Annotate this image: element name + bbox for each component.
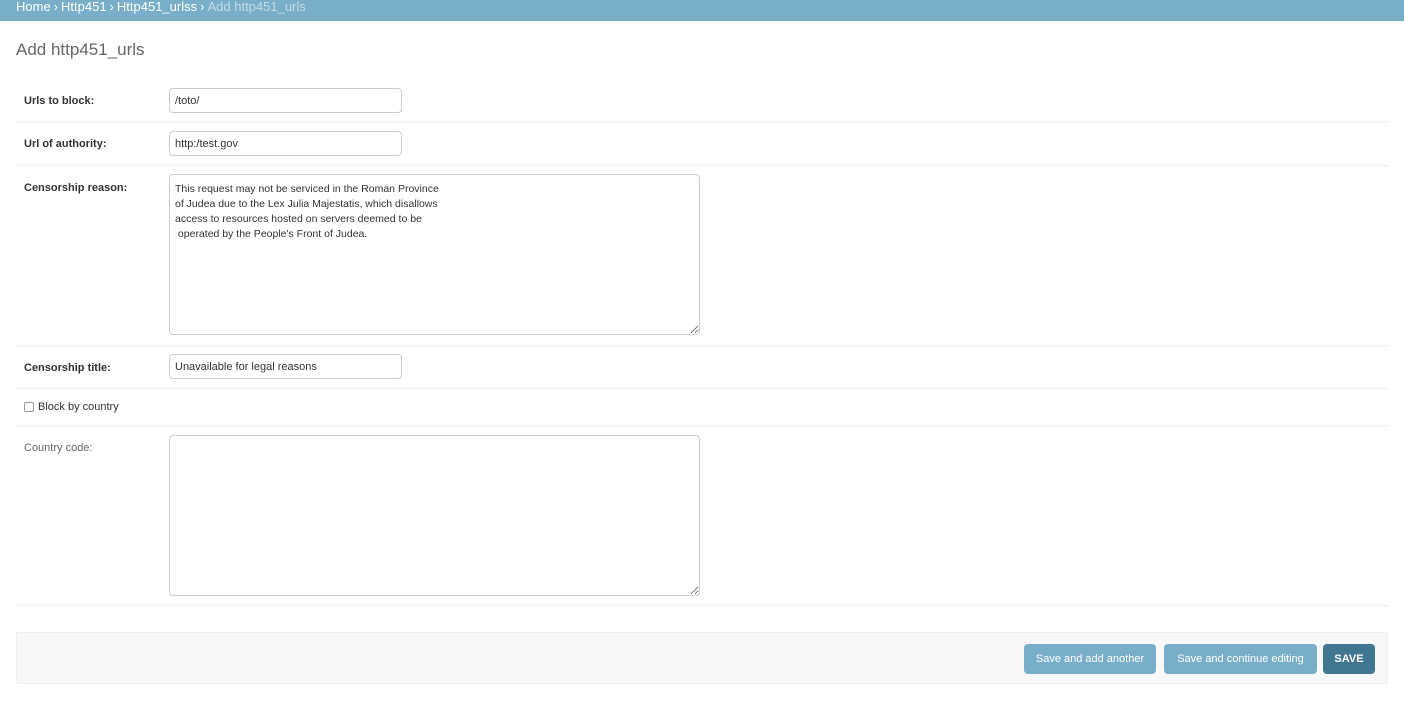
form-row-country-code: Country code: — [16, 426, 1388, 606]
urls-to-block-input[interactable] — [169, 88, 402, 113]
form-row-censorship-title: Censorship title: — [16, 346, 1388, 389]
form-row-censorship-reason: Censorship reason: This request may not … — [16, 166, 1388, 346]
submit-row: Save and add another Save and continue e… — [16, 632, 1388, 684]
form-row-url-of-authority: Url of authority: — [16, 122, 1388, 166]
save-and-continue-button[interactable]: Save and continue editing — [1164, 644, 1317, 674]
breadcrumb-app-link[interactable]: Http451 — [61, 0, 107, 14]
censorship-title-label: Censorship title: — [24, 362, 111, 374]
page-title: Add http451_urls — [16, 40, 145, 59]
breadcrumb: Home › Http451 › Http451_urlss › Add http451_u… — [0, 0, 1404, 21]
country-code-textarea[interactable] — [169, 435, 700, 596]
form-row-urls-to-block: Urls to block: — [16, 79, 1388, 122]
save-and-add-another-button[interactable]: Save and add another — [1024, 644, 1156, 674]
censorship-title-input[interactable] — [169, 354, 402, 379]
block-by-country-field: Block by country — [24, 401, 119, 413]
breadcrumb-current: Add http451_urls — [207, 0, 306, 14]
block-by-country-label[interactable]: Block by country — [38, 401, 119, 413]
country-code-label: Country code: — [24, 442, 93, 454]
form-row-block-by-country: Block by country — [16, 389, 1388, 426]
url-of-authority-label: Url of authority: — [24, 138, 107, 150]
breadcrumb-separator: › — [53, 0, 59, 14]
breadcrumb-home-link[interactable]: Home — [16, 0, 51, 14]
save-button[interactable]: SAVE — [1323, 644, 1375, 674]
url-of-authority-input[interactable] — [169, 131, 402, 156]
breadcrumb-separator: › — [200, 0, 205, 14]
breadcrumb-separator: › — [109, 0, 114, 14]
censorship-reason-label: Censorship reason: — [24, 182, 128, 194]
censorship-reason-textarea[interactable]: This request may not be serviced in the … — [169, 174, 700, 335]
urls-to-block-label: Urls to block: — [24, 95, 95, 107]
breadcrumb-model-link[interactable]: Http451_urlss — [117, 0, 197, 14]
block-by-country-checkbox[interactable] — [24, 402, 34, 412]
